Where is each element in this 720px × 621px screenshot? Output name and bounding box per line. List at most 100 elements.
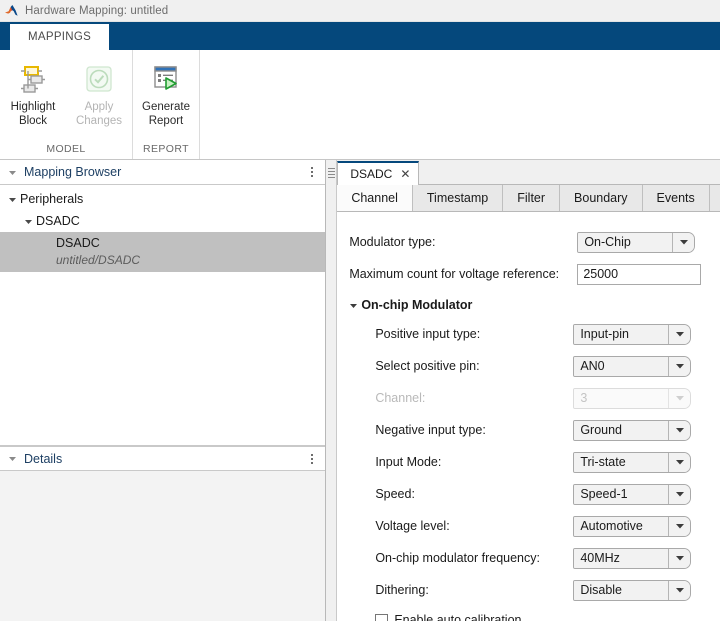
chevron-down-icon[interactable]: [668, 580, 691, 600]
tree-leaf-name: DSADC: [56, 236, 100, 250]
tab-filter[interactable]: Filter: [503, 185, 561, 211]
chevron-down-icon[interactable]: [668, 548, 691, 568]
field-label: Input Mode:: [375, 455, 442, 469]
caret-down-icon[interactable]: [8, 454, 17, 463]
chevron-down-icon[interactable]: [668, 324, 691, 344]
chevron-down-icon: [668, 388, 691, 408]
section-header-onchip-modulator[interactable]: On-chip Modulator: [337, 292, 720, 318]
tab-events[interactable]: Events: [642, 185, 710, 211]
dropdown-value: AN0: [574, 356, 669, 376]
mapping-browser-header: Mapping Browser: [0, 160, 326, 185]
caret-down-icon[interactable]: [20, 217, 36, 226]
dropdown-value: Tri-state: [574, 452, 669, 472]
enable-auto-calibration-checkbox[interactable]: [375, 613, 389, 621]
tree-leaf-dsadc-selected[interactable]: DSADC untitled/DSADC: [0, 232, 326, 272]
chevron-down-icon[interactable]: [668, 356, 691, 376]
field-row-positive-input-type: Positive input type: Input-pin: [337, 318, 720, 350]
field-row-channel: Channel: 3: [337, 382, 720, 414]
highlight-block-button[interactable]: Highlight Block: [0, 56, 66, 128]
tree-node-dsadc[interactable]: DSADC: [0, 210, 325, 232]
mapping-browser-title: Mapping Browser: [24, 165, 122, 179]
field-label: On-chip modulator frequency:: [375, 551, 540, 565]
tab-label: Channel: [351, 191, 398, 205]
panel-grip-icon[interactable]: [326, 160, 338, 621]
channel-dropdown: 3: [573, 387, 692, 409]
tab-label: Boundary: [574, 191, 628, 205]
field-label: Voltage level:: [375, 519, 450, 533]
right-column: DSADC ✕ Channel Timestamp Filter Boundar…: [326, 160, 720, 621]
caret-down-icon[interactable]: [349, 301, 358, 310]
apply-changes-button[interactable]: Apply Changes: [66, 56, 132, 128]
ribbon-group-report-label: REPORT: [143, 143, 189, 155]
negative-input-type-dropdown[interactable]: Ground: [573, 419, 692, 441]
field-row-max-count: Maximum count for voltage reference: 250…: [337, 258, 720, 290]
dropdown-value: 3: [574, 388, 669, 408]
close-icon[interactable]: ✕: [400, 168, 410, 180]
tab-timestamp[interactable]: Timestamp: [412, 185, 504, 211]
highlight-block-label-line2: Block: [18, 115, 48, 127]
dropdown-value: Disable: [574, 580, 669, 600]
caret-down-icon[interactable]: [8, 168, 17, 177]
chevron-down-icon[interactable]: [668, 420, 691, 440]
chevron-down-icon[interactable]: [668, 484, 691, 504]
matlab-logo-icon: [4, 3, 20, 19]
section-title: On-chip Modulator: [361, 298, 473, 312]
positive-input-type-dropdown[interactable]: Input-pin: [573, 323, 692, 345]
document-tabbar: DSADC ✕: [337, 160, 720, 185]
ribbon-tab-label: MAPPINGS: [28, 31, 92, 43]
voltage-level-dropdown[interactable]: Automotive: [573, 515, 692, 537]
enable-auto-calibration-label: Enable auto calibration: [394, 613, 522, 621]
field-label: Negative input type:: [375, 423, 486, 437]
modulator-type-dropdown[interactable]: On-Chip: [577, 231, 696, 253]
window-title: Hardware Mapping: untitled: [25, 4, 169, 17]
tab-label: Events: [656, 191, 695, 205]
field-row-voltage-level: Voltage level: Automotive: [337, 510, 720, 542]
apply-changes-label-line2: Changes: [75, 115, 123, 127]
max-count-input[interactable]: 25000: [577, 263, 702, 285]
select-positive-pin-dropdown[interactable]: AN0: [573, 355, 692, 377]
field-row-onchip-modulator-frequency: On-chip modulator frequency: 40MHz: [337, 542, 720, 574]
field-row-input-mode: Input Mode: Tri-state: [337, 446, 720, 478]
kebab-menu-icon[interactable]: [305, 451, 319, 467]
document-panel: DSADC ✕ Channel Timestamp Filter Boundar…: [337, 160, 720, 621]
field-label: Dithering:: [375, 583, 429, 597]
field-label: Channel:: [375, 391, 426, 405]
ribbon-group-model: Highlight Block Apply Changes MODEL: [0, 50, 133, 159]
tab-label: Timestamp: [426, 191, 489, 205]
field-row-dithering: Dithering: Disable: [337, 574, 720, 606]
tree-leaf-path: untitled/DSADC: [56, 253, 141, 267]
field-label: Positive input type:: [375, 327, 481, 341]
details-panel: Details: [0, 446, 326, 621]
document-tab-dsadc[interactable]: DSADC ✕: [337, 161, 420, 185]
window-titlebar: Hardware Mapping: untitled: [0, 0, 720, 22]
tabbar-filler: [709, 185, 720, 211]
tree-node-peripherals[interactable]: Peripherals: [0, 188, 325, 210]
generate-report-label-line2: Report: [148, 115, 184, 127]
ribbon-body: Highlight Block Apply Changes MODEL Gene…: [0, 50, 720, 160]
tab-label: Filter: [517, 191, 546, 205]
field-row-negative-input-type: Negative input type: Ground: [337, 414, 720, 446]
input-mode-dropdown[interactable]: Tri-state: [573, 451, 692, 473]
speed-dropdown[interactable]: Speed-1: [573, 483, 692, 505]
kebab-menu-icon[interactable]: [305, 164, 319, 180]
ribbon-tab-mappings[interactable]: MAPPINGS: [10, 24, 110, 50]
dropdown-value: Ground: [574, 420, 669, 440]
chevron-down-icon[interactable]: [672, 232, 695, 252]
property-tabbar: Channel Timestamp Filter Boundary Events: [337, 185, 720, 212]
tab-boundary[interactable]: Boundary: [560, 185, 643, 211]
caret-down-icon[interactable]: [4, 195, 20, 204]
generate-report-button[interactable]: Generate Report: [133, 56, 199, 128]
generate-report-icon: [149, 60, 183, 98]
apply-changes-icon: [82, 60, 116, 98]
highlight-block-label-line1: Highlight: [10, 101, 56, 113]
dropdown-value: Input-pin: [574, 324, 669, 344]
dropdown-value: Automotive: [574, 516, 669, 536]
ribbon-tabstrip: MAPPINGS: [0, 22, 720, 50]
tab-channel[interactable]: Channel: [337, 185, 413, 211]
dithering-dropdown[interactable]: Disable: [573, 579, 692, 601]
details-body: [0, 471, 326, 621]
chevron-down-icon[interactable]: [668, 516, 691, 536]
field-row-select-positive-pin: Select positive pin: AN0: [337, 350, 720, 382]
chevron-down-icon[interactable]: [668, 452, 691, 472]
onchip-modulator-frequency-dropdown[interactable]: 40MHz: [573, 547, 692, 569]
